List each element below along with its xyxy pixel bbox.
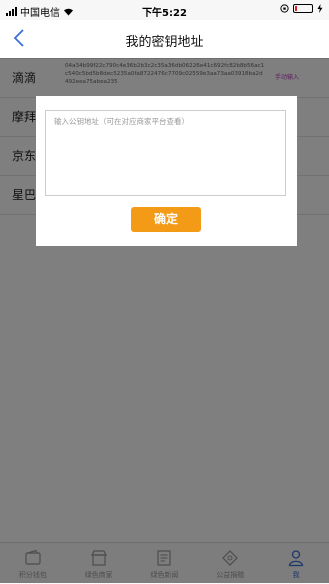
key-input-dialog: 输入公钥地址（可在对应商家平台查看） 确定 (36, 96, 297, 246)
confirm-button[interactable]: 确定 (131, 207, 201, 232)
modal-overlay-bottom[interactable] (0, 542, 329, 583)
orientation-lock-icon (280, 4, 289, 13)
status-bar: 中国电信 下午5:22 (0, 0, 329, 20)
nav-bar: 我的密钥地址 (0, 20, 329, 59)
charging-icon (317, 4, 323, 13)
status-right (280, 4, 323, 13)
battery-icon (293, 4, 313, 13)
page-title: 我的密钥地址 (125, 35, 204, 50)
key-address-input[interactable]: 输入公钥地址（可在对应商家平台查看） (45, 110, 286, 196)
